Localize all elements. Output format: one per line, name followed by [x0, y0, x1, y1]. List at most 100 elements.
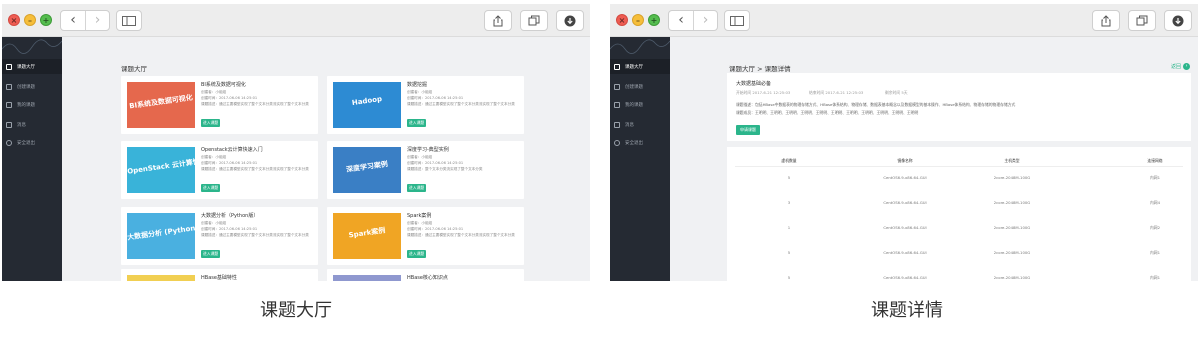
minimize-icon[interactable]: – [632, 14, 644, 26]
course-members: 课题成员：王明明、王明明、王明明、王明明、王明明、王明明、王明明、王明明、王明明… [736, 110, 919, 115]
course-desc: 课题描述：通过主要模型实现了整个文本分类流实现了整个文本分类 [201, 167, 309, 171]
sidebar-item-label: 我的课题 [625, 102, 643, 108]
table-cell: 2core-2048M-100G [993, 200, 1031, 205]
browser-toolbar: × – + ‹ › [2, 4, 590, 37]
sidebar-item-label: 课题大厅 [625, 64, 643, 70]
thumbnail-text: Hadoop [351, 94, 383, 108]
sidebar-item-label: 创建课题 [625, 84, 643, 90]
sidebar-icon[interactable] [116, 10, 142, 31]
power-icon [6, 139, 12, 146]
chevron-left-icon[interactable]: ‹ [669, 11, 693, 30]
plus-icon [614, 83, 620, 90]
course-card[interactable]: 深度学习案例 深度学习-典型实例 创建者：小组组创建时间：2017-06-06 14… [327, 141, 524, 199]
chevron-right-icon[interactable]: › [85, 11, 109, 30]
share-icon[interactable] [484, 10, 512, 31]
sidebar-item-mine[interactable]: 我的课题 [2, 97, 62, 112]
download-icon[interactable] [1164, 10, 1192, 31]
course-desc: 课题描述：通过主要模型实现了整个文本分类流实现了整个文本分类 [201, 102, 309, 106]
sidebar-icon[interactable] [724, 10, 750, 31]
divider [735, 166, 1183, 167]
course-title[interactable]: BI系统及数据可视化 [201, 81, 246, 88]
sidebar-item-hall[interactable]: 课题大厅 [610, 59, 670, 74]
course-created: 创建时间：2017-06-06 14:25:01 [407, 96, 464, 100]
sidebar-item-logout[interactable]: 安全退出 [2, 135, 62, 150]
table-cell: CentOS6.9-x86-64-GUI [883, 200, 927, 205]
course-title[interactable]: Openstack云计算快速入门 [201, 146, 263, 153]
course-creator: 创建者：小组组 [201, 90, 227, 94]
table-cell: 5 [787, 175, 791, 180]
sidebar-item-create[interactable]: 创建课题 [610, 79, 670, 94]
chevron-right-icon[interactable]: › [693, 11, 717, 30]
thumbnail-text: OpenStack 云计算快速入门 [127, 154, 195, 176]
maximize-icon[interactable]: + [648, 14, 660, 26]
enter-course-button[interactable]: 进入课题 [407, 250, 427, 258]
course-created: 创建时间：2017-06-06 14:25:01 [407, 161, 464, 165]
enter-course-button[interactable]: 进入课题 [201, 250, 221, 258]
share-icon[interactable] [1092, 10, 1120, 31]
table-cell: 3 [787, 200, 791, 205]
close-icon[interactable]: × [8, 14, 20, 26]
course-detail-window: × – + ‹ › 课题大厅 创建课题 我的课题 消息 安全退出 课题大厅 > 课… [610, 4, 1198, 281]
sidebar-item-messages[interactable]: 消息 [610, 117, 670, 132]
sidebar-item-create[interactable]: 创建课题 [2, 79, 62, 94]
maximize-icon[interactable]: + [40, 14, 52, 26]
enter-course-button[interactable]: 进入课题 [407, 184, 427, 192]
close-icon[interactable]: × [616, 14, 628, 26]
table-cell: CentOS6.9-x86-64-GUI [883, 250, 927, 255]
course-card[interactable]: 大数据分析 (Python版) 大数据分析（Python版） 创建者：小组组 创建时间… [121, 207, 318, 265]
chevron-left-icon[interactable]: ‹ [61, 11, 85, 30]
course-card[interactable]: HBase核心知识点 [327, 269, 524, 281]
sidebar-item-mine[interactable]: 我的课题 [610, 97, 670, 112]
tabs-icon[interactable] [520, 10, 548, 31]
table-cell: CentOS6.9-x86-64-GUI [883, 175, 927, 180]
course-card[interactable]: OpenStack 云计算快速入门 Openstack云计算快速入门 创建者：小组组… [121, 141, 318, 199]
course-title[interactable]: 数据挖掘 [407, 81, 427, 88]
apply-course-button[interactable]: 申请课题 [736, 125, 760, 135]
download-icon[interactable] [556, 10, 584, 31]
power-icon [614, 139, 620, 146]
sidebar-item-messages[interactable]: 消息 [2, 117, 62, 132]
thumbnail-text: Spark案例 [348, 226, 386, 240]
course-info-card: 大数据基础必备 开始时间 2017-6-21 12:25:03 结束时间 201… [727, 73, 1191, 141]
course-thumbnail: Spark案例 [333, 213, 401, 259]
history-nav: ‹ › [60, 10, 110, 31]
course-title[interactable]: Spark案例 [407, 212, 431, 219]
page-title: 课题大厅 [121, 65, 147, 73]
minimize-icon[interactable]: – [24, 14, 36, 26]
course-card[interactable]: Spark案例 Spark案例 创建者：小组组 创建时间：2017-06-06 14:… [327, 207, 524, 265]
course-thumbnail: BI系统及数据可视化 [127, 82, 195, 128]
sidebar-item-label: 安全退出 [17, 140, 35, 146]
course-title[interactable]: HBase核心知识点 [407, 274, 448, 281]
table-cell: 2core-2048M-100G [993, 175, 1031, 180]
course-creator: 创建者：小组组 [201, 155, 227, 159]
course-thumbnail: 大数据分析 (Python版) [127, 213, 195, 259]
enter-course-button[interactable]: 进入课题 [407, 119, 427, 127]
course-title[interactable]: HBase基础特性 [201, 274, 237, 281]
tabs-icon[interactable] [1128, 10, 1156, 31]
course-card[interactable]: HBase基础特性 [121, 269, 318, 281]
sidebar-item-label: 安全退出 [625, 140, 643, 146]
remaining-time: 剩余时间 5天 [885, 90, 908, 95]
course-card[interactable]: BI系统及数据可视化 BI系统及数据可视化 创建者：小组组 创建时间：2017-06-… [121, 76, 318, 134]
course-created: 创建时间：2017-06-06 14:25:01 [201, 96, 258, 100]
sidebar-item-label: 创建课题 [17, 84, 35, 90]
course-creator: 创建者：小组组 [201, 221, 227, 225]
enter-course-button[interactable]: 进入课题 [201, 119, 221, 127]
thumbnail-text: 深度学习案例 [345, 160, 389, 174]
table-header: 虚机数量 [781, 158, 797, 163]
course-title[interactable]: 大数据分析（Python版） [201, 212, 258, 219]
course-created: 创建时间：2017-06-06 14:25:01 [201, 161, 258, 165]
sidebar-item-label: 消息 [625, 122, 634, 128]
course-title[interactable]: 深度学习-典型实例 [407, 146, 449, 153]
message-icon [6, 121, 12, 128]
course-creator: 创建者：小组组 [407, 155, 433, 159]
sidebar-item-logout[interactable]: 安全退出 [610, 135, 670, 150]
thumbnail-text: 大数据分析 (Python版) [127, 222, 195, 242]
enter-course-button[interactable]: 进入课题 [201, 184, 221, 192]
back-link[interactable]: 返回 › [1171, 63, 1190, 70]
course-thumbnail [127, 275, 195, 281]
course-card[interactable]: Hadoop 数据挖掘 创建者：小组组 创建时间：2017-06-06 14:25:0… [327, 76, 524, 134]
sidebar-item-hall[interactable]: 课题大厅 [2, 59, 62, 74]
sidebar-item-label: 消息 [17, 122, 26, 128]
plus-icon [6, 83, 12, 90]
